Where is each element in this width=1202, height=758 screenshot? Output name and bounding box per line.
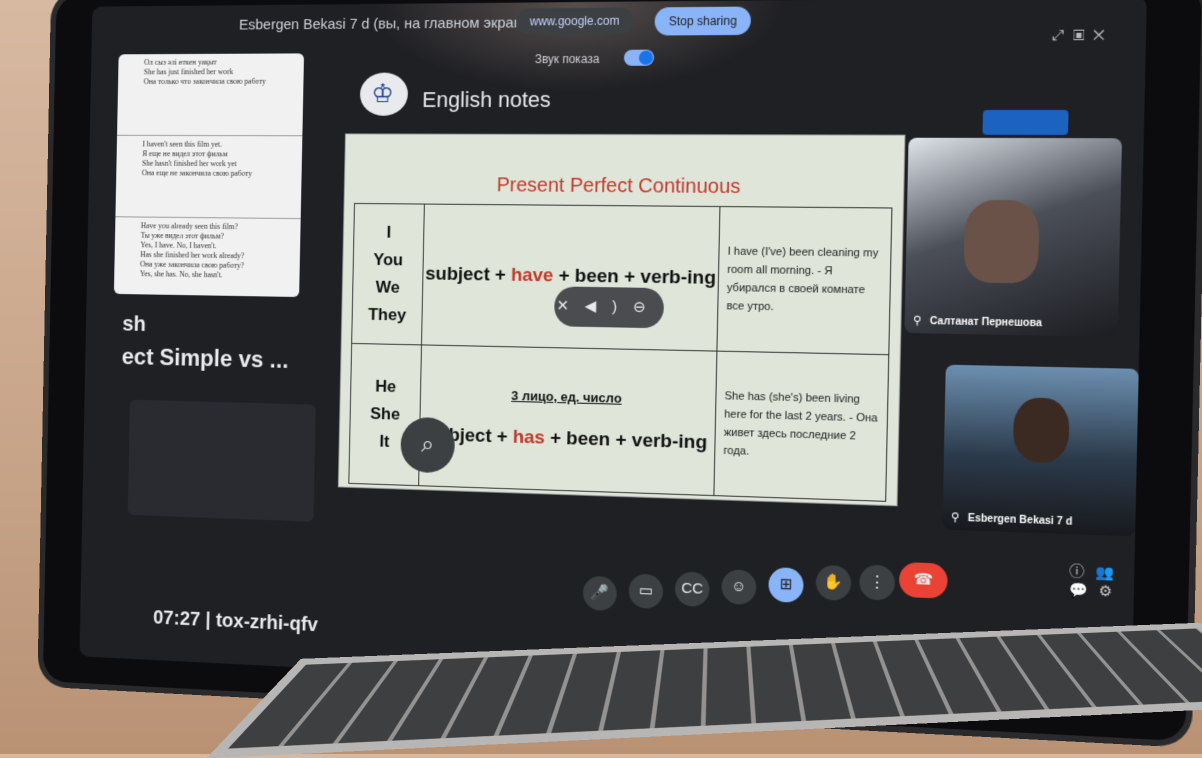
crown-logo-icon	[359, 72, 409, 116]
example-cell: I have (I've) been cleaning my room all …	[716, 206, 892, 355]
left-caption-line2: ect Simple vs ...	[121, 343, 289, 374]
pronoun: I	[386, 222, 392, 242]
more-options-icon[interactable]: ⋮	[859, 564, 896, 601]
meeting-code: tox-zrhi-qfv	[215, 609, 318, 637]
toggle-knob	[638, 50, 654, 65]
pronoun-cell: I You We They	[351, 203, 425, 345]
formula-auxiliary: has	[512, 426, 546, 449]
participant-tile[interactable]: ⚲ Esbergen Bekasi 7 d	[942, 364, 1139, 537]
meeting-info: 07:27 | tox-zrhi-qfv	[153, 607, 318, 637]
volume-icon[interactable]: ◀)	[585, 298, 634, 316]
participant-name: Esbergen Bekasi 7 d	[967, 512, 1073, 528]
pin-icon[interactable]: ⚲	[913, 314, 922, 327]
doc-line: I haven't seen this film yet.	[142, 139, 223, 149]
meeting-time: 07:27	[152, 607, 201, 631]
formula-part: subject +	[425, 263, 512, 286]
formula-part: + been + verb-ing	[544, 427, 708, 453]
doc-line: Yes, she has. No, she hasn't.	[139, 269, 223, 280]
share-title: Esbergen Bekasi 7 d (вы, на главном экра…	[238, 14, 536, 34]
stop-sharing-button[interactable]: Stop sharing	[654, 6, 752, 36]
shared-tab-url[interactable]: www.google.com	[515, 7, 634, 35]
doc-cell: I haven't seen this film yet. Я еще не в…	[115, 135, 303, 220]
side-panel-icons[interactable]: ⓘ👥💬⚙	[1069, 560, 1135, 601]
toolbar-icons[interactable]: ⤢▣✕	[1052, 26, 1113, 44]
doc-cell: Ол сыз әлі өткен уақыт She has just fini…	[117, 53, 305, 137]
left-document-thumbnail[interactable]: Ол сыз әлі өткен уақыт She has just fini…	[113, 53, 305, 298]
doc-line: Она только что закончила свою работу	[143, 76, 266, 86]
left-caption-line1: sh	[122, 311, 147, 336]
formula-part: + been + verb-ing	[553, 265, 717, 289]
doc-cell: Have you already seen this film? Ты уже …	[113, 217, 301, 298]
meet-screen: Esbergen Bekasi 7 d (вы, на главном экра…	[79, 0, 1147, 710]
share-sound-toggle[interactable]	[623, 49, 655, 66]
emoji-icon[interactable]: ☺	[721, 569, 757, 606]
left-video-thumbnail[interactable]	[127, 399, 316, 522]
formula-cell: 3 лицо, ед. число subject + has + been +…	[418, 344, 717, 496]
participant-tile[interactable]: ⚲ Салтанат Пернешова	[904, 137, 1123, 338]
formula-auxiliary: have	[510, 264, 554, 287]
participant-video	[1012, 397, 1070, 464]
minus-circle-icon[interactable]: ⊖	[633, 299, 662, 317]
doc-title: English notes	[421, 87, 552, 112]
table-row: I You We They subject + have + been + ve…	[351, 203, 892, 355]
end-call-icon[interactable]: ☎	[898, 561, 948, 599]
captions-icon[interactable]: CC	[674, 571, 710, 608]
third-person-note: 3 лицо, ед. число	[511, 387, 622, 406]
pronoun: You	[373, 250, 404, 270]
example-cell: She has (she's) been living here for the…	[713, 351, 889, 502]
present-screen-icon[interactable]: ⊞	[768, 567, 804, 603]
raise-hand-icon[interactable]: ✋	[815, 564, 852, 601]
participant-name: Салтанат Пернешова	[929, 315, 1042, 330]
microphone-icon[interactable]: 🎤	[582, 575, 618, 612]
doc-line: Ол сыз әлі өткен уақыт	[143, 57, 217, 67]
camera-icon[interactable]: ▭	[628, 573, 664, 610]
pronoun: They	[367, 305, 407, 325]
info-separator: |	[205, 609, 211, 631]
doc-open-button[interactable]	[982, 109, 1069, 135]
share-sound-label: Звук показа	[534, 51, 600, 67]
participant-video	[963, 199, 1040, 284]
doc-line: Она еще не закончила свою работу	[141, 168, 253, 178]
pronoun: We	[375, 277, 400, 297]
pin-icon[interactable]: ⚲	[951, 510, 960, 524]
formula-cell: subject + have + been + verb-ing	[421, 204, 720, 352]
presentation-audio-controls[interactable]: ✕◀)⊖	[553, 286, 665, 329]
mic-off-icon[interactable]: ✕	[556, 297, 585, 314]
pronoun: He	[375, 376, 397, 396]
slide-title: Present Perfect Continuous	[496, 174, 741, 199]
doc-line: She has just finished her work	[143, 67, 234, 77]
